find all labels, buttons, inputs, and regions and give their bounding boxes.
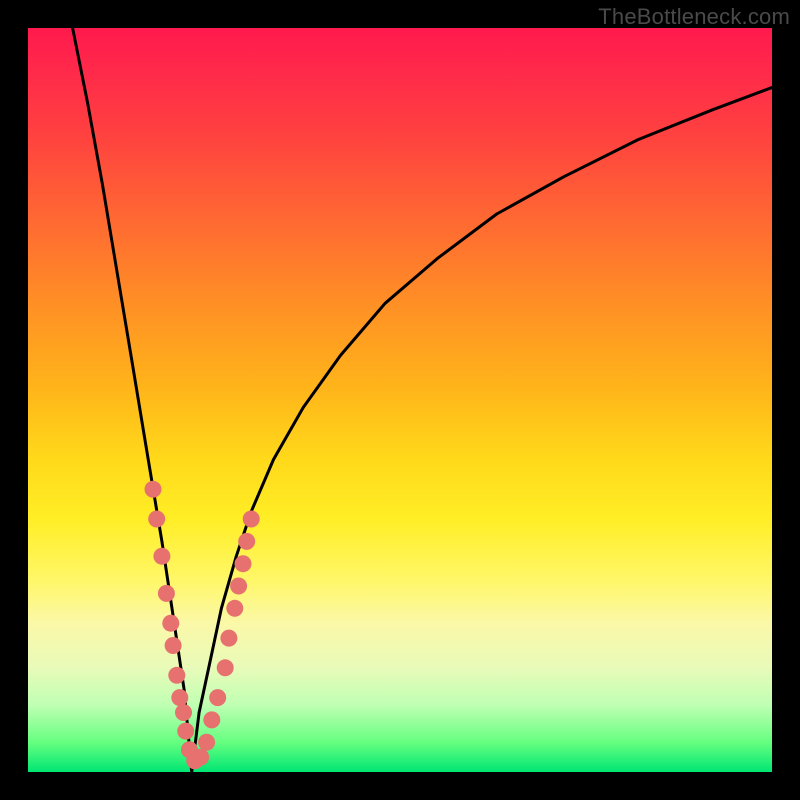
marker-dot: [192, 749, 209, 766]
marker-dot: [171, 689, 188, 706]
curve-path: [73, 28, 772, 772]
marker-dot: [217, 659, 234, 676]
marker-dot: [220, 630, 237, 647]
marker-dot: [226, 600, 243, 617]
marker-dot: [158, 585, 175, 602]
marker-dot: [168, 667, 185, 684]
chart-frame: TheBottleneck.com: [0, 0, 800, 800]
highlighted-points: [145, 481, 260, 770]
marker-dot: [148, 511, 165, 528]
marker-dot: [175, 704, 192, 721]
marker-dot: [238, 533, 255, 550]
marker-dot: [243, 511, 260, 528]
marker-dot: [198, 734, 215, 751]
marker-dot: [162, 615, 179, 632]
marker-dot: [235, 555, 252, 572]
plot-area: [28, 28, 772, 772]
marker-dot: [145, 481, 162, 498]
marker-dot: [209, 689, 226, 706]
marker-dot: [203, 711, 220, 728]
marker-dot: [165, 637, 182, 654]
marker-dot: [177, 723, 194, 740]
watermark-text: TheBottleneck.com: [598, 4, 790, 30]
marker-dot: [230, 578, 247, 595]
bottleneck-curve: [73, 28, 772, 772]
marker-dot: [153, 548, 170, 565]
curve-layer: [28, 28, 772, 772]
